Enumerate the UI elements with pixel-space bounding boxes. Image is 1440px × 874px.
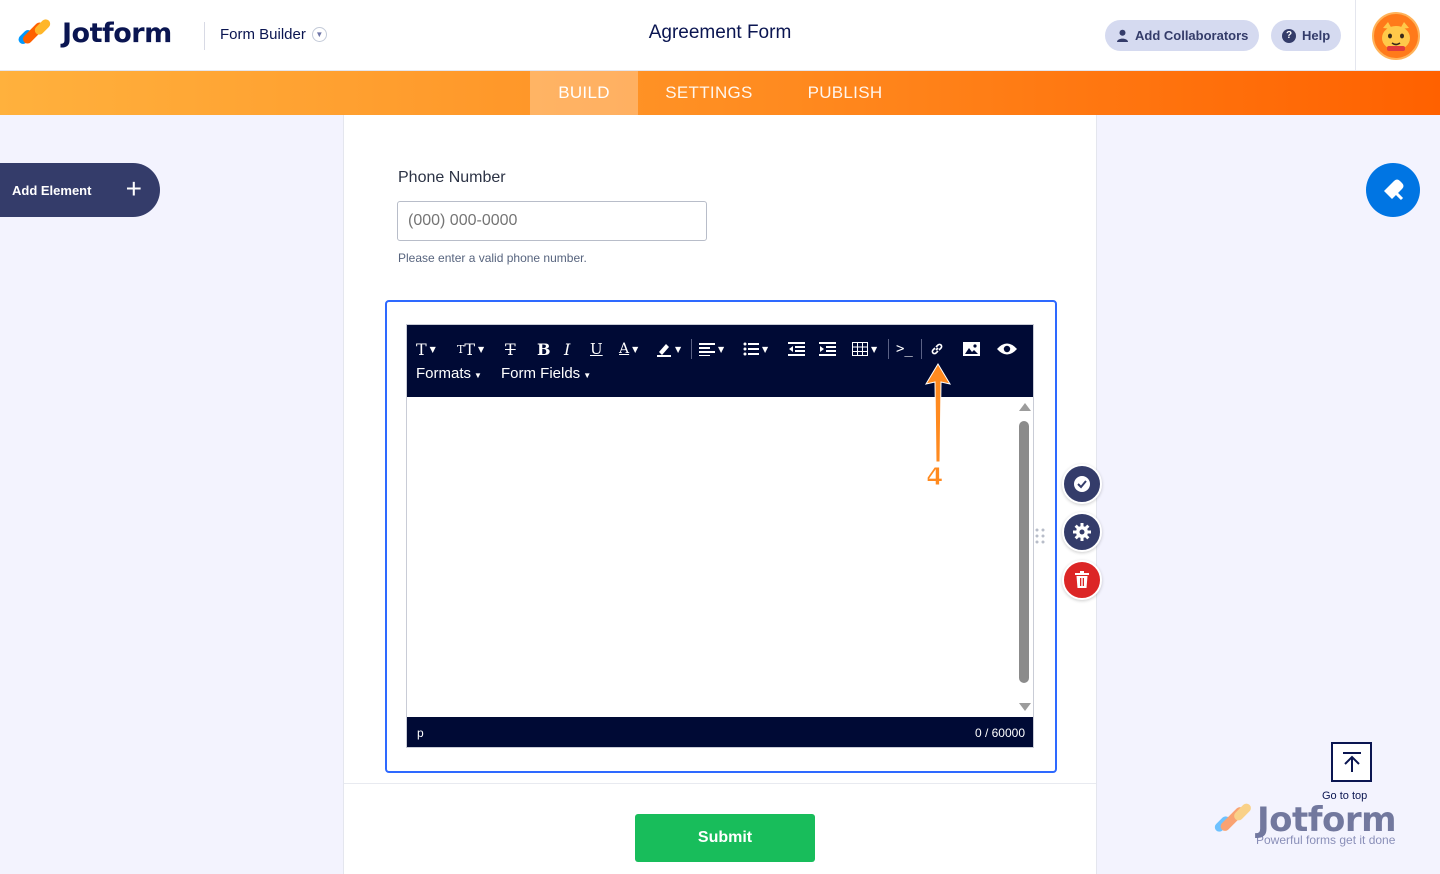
link-icon[interactable] [929,339,945,359]
element-path[interactable]: p [417,726,424,740]
scroll-up-arrow-icon[interactable] [1019,403,1031,411]
preview-icon[interactable] [996,339,1018,359]
annotation-step-number: 4 [925,462,944,492]
phone-number-label: Phone Number [398,169,506,186]
scroll-thumb[interactable] [1019,421,1029,683]
required-field-button[interactable] [1062,464,1102,504]
avatar[interactable] [1372,12,1420,60]
image-icon[interactable] [963,339,980,359]
jotform-logo-icon [1212,800,1253,840]
help-button[interactable]: ? Help [1271,20,1342,51]
tab-settings[interactable]: SETTINGS [648,71,770,115]
editor-scrollbar[interactable] [1015,397,1033,717]
code-icon[interactable]: >_ [896,339,913,359]
align-icon[interactable]: ▼ [699,339,724,359]
gear-icon [1073,523,1091,541]
character-count: 0 / 60000 [974,726,1025,740]
go-to-top-button[interactable] [1331,742,1372,782]
phone-number-input[interactable] [397,201,707,241]
add-element-label: Add Element [12,182,92,198]
highlight-icon[interactable]: ▼ [656,339,681,359]
indent-icon[interactable] [819,339,836,359]
add-collaborators-button[interactable]: Add Collaborators [1105,20,1260,51]
font-family-icon[interactable]: T ▼ [416,339,436,359]
form-designer-button[interactable] [1366,163,1420,217]
add-element-button[interactable]: Add Element + [0,163,160,217]
table-icon[interactable]: ▼ [852,339,877,359]
check-circle-icon [1074,476,1090,492]
footer-tagline: Powerful forms get it done [1256,833,1396,847]
help-icon: ? [1282,28,1296,43]
bold-icon[interactable]: B [537,339,551,359]
toolbar-separator [888,339,889,359]
form-fields-dropdown[interactable]: Form Fields ▼ [501,365,591,382]
plus-icon: + [125,173,142,204]
scroll-down-arrow-icon[interactable] [1019,703,1031,711]
font-size-icon[interactable]: T T ▼ [457,339,484,359]
toolbar-separator [921,339,922,359]
text-color-icon[interactable]: A ▼ [619,339,638,359]
field-properties-button[interactable] [1062,512,1102,552]
outdent-icon[interactable] [788,339,805,359]
formats-dropdown[interactable]: Formats ▼ [416,365,482,382]
submit-button[interactable]: Submit [635,814,815,862]
editor-statusbar: p 0 / 60000 [407,717,1033,747]
app-header: Jotform Form Builder ▼ Agreement Form Ad… [0,0,1440,71]
underline-icon[interactable]: U [590,339,603,359]
formats-label: Formats [416,365,472,382]
drag-handle-icon[interactable] [1035,528,1045,544]
cat-avatar-icon [1382,22,1410,51]
phone-number-help: Please enter a valid phone number. [398,251,587,265]
canvas-divider [344,783,1096,784]
form-fields-label: Form Fields [501,365,581,382]
italic-icon[interactable]: I [564,339,570,359]
trash-icon [1075,571,1089,588]
annotation-arrow [924,363,952,463]
clear-format-icon[interactable]: T [505,339,516,359]
help-label: Help [1302,28,1331,43]
tab-build[interactable]: BUILD [530,71,638,115]
delete-field-button[interactable] [1062,560,1102,600]
user-icon [1117,29,1128,42]
add-collaborators-label: Add Collaborators [1135,28,1249,43]
toolbar-separator [691,339,692,359]
header-separator [1355,0,1356,71]
list-icon[interactable]: ▼ [743,339,768,359]
arrow-up-icon [1342,752,1361,772]
tab-publish[interactable]: PUBLISH [790,71,900,115]
paint-roller-icon [1384,179,1404,201]
builder-tabbar: BUILD SETTINGS PUBLISH [0,71,1440,115]
